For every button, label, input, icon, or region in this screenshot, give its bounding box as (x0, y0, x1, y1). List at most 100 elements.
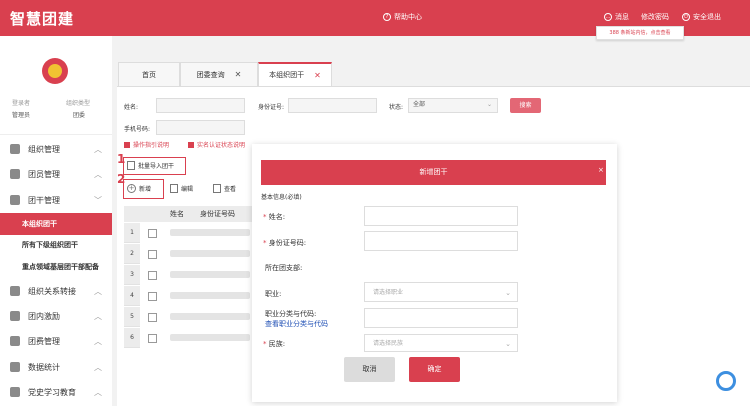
sidebar-subitem-key-area-cadres[interactable]: 重点领域基层团干部配备 (0, 256, 112, 278)
chevron-up-icon: ︿ (94, 312, 102, 321)
sidebar-item-cadre-management[interactable]: 团干管理 ﹀ (0, 189, 112, 211)
job-class-field[interactable] (364, 308, 518, 328)
realname-explain-label: 实名认证状态说明 (197, 142, 246, 149)
id-filter-input[interactable] (288, 98, 377, 113)
operation-guide-link[interactable]: 操作指引说明 (124, 140, 169, 149)
help-center-label: 帮助中心 (394, 13, 422, 21)
job-class-field-label: 职业分类与代码: (265, 310, 317, 318)
incentive-icon (10, 311, 20, 321)
row-checkbox[interactable] (148, 229, 157, 238)
view-button[interactable]: 查看 (213, 184, 236, 193)
add-button[interactable]: + 新增 (127, 184, 151, 193)
message-link[interactable]: … 消息 (604, 12, 629, 22)
sidebar-item-statistics[interactable]: 数据统计 ︿ (0, 356, 112, 378)
id-field-label-text: 身份证号码: (268, 239, 307, 247)
sidebar-item-history-education[interactable]: 党史学习教育 ︿ (0, 381, 112, 403)
job-select[interactable]: 请选择职业 ⌄ (364, 282, 518, 302)
phone-filter-input[interactable] (156, 120, 245, 135)
row-checkbox[interactable] (148, 250, 157, 259)
name-field[interactable] (364, 206, 518, 226)
power-icon: ⏻ (682, 13, 690, 21)
id-field-label: * 身份证号码: (263, 238, 306, 248)
redacted-cell (170, 271, 250, 278)
sidebar-item-incentive[interactable]: 团内激励 ︿ (0, 305, 112, 327)
sidebar-item-label: 组织关系转接 (28, 286, 76, 296)
id-filter-label: 身份证号: (258, 104, 285, 111)
chevron-up-icon: ︿ (94, 145, 102, 154)
row-number: 3 (124, 265, 140, 285)
tab-league-query[interactable]: 团委查询 ✕ (180, 62, 258, 86)
sidebar-subitem-all-subordinate-cadres[interactable]: 所有下级组织团干 (0, 234, 112, 256)
name-filter-label: 姓名: (124, 104, 139, 111)
status-filter-label: 状态: (389, 104, 404, 111)
confirm-button[interactable]: 确定 (409, 357, 460, 382)
row-number: 2 (124, 244, 140, 264)
name-filter-input[interactable] (156, 98, 245, 113)
tab-own-cadres[interactable]: 本组织团干 ✕ (258, 62, 332, 86)
required-mark: * (263, 239, 267, 247)
batch-import-label: 批量导入团干 (138, 163, 175, 170)
batch-import-button[interactable]: 批量导入团干 (127, 161, 174, 170)
checkbox-icon (188, 141, 194, 148)
status-filter-select[interactable]: 全部 ⌄ (408, 98, 498, 113)
app-logo: 智慧团建 (10, 10, 75, 28)
row-checkbox[interactable] (148, 271, 157, 280)
chevron-up-icon: ︿ (94, 170, 102, 179)
sidebar-divider (0, 134, 112, 135)
tab-label: 团委查询 (196, 70, 225, 79)
help-center-link[interactable]: ? 帮助中心 (383, 12, 422, 22)
sidebar-item-fee-management[interactable]: 团费管理 ︿ (0, 330, 112, 352)
redacted-cell (170, 334, 250, 341)
redacted-cell (170, 229, 250, 236)
row-number: 4 (124, 286, 140, 306)
sidebar-item-label: 团费管理 (28, 336, 60, 346)
transfer-icon (10, 286, 20, 296)
row-checkbox[interactable] (148, 313, 157, 322)
sidebar-item-member-management[interactable]: 团员管理 ︿ (0, 163, 112, 185)
sidebar-subitem-own-cadres[interactable]: 本组织团干 (0, 213, 112, 235)
edit-button[interactable]: 编辑 (170, 184, 193, 193)
realname-explain-link[interactable]: 实名认证状态说明 (188, 140, 245, 149)
row-checkbox[interactable] (148, 334, 157, 343)
ethnic-field-label-text: 民族: (268, 340, 286, 348)
floating-assistant-icon[interactable] (716, 371, 736, 391)
ethnic-select[interactable]: 请选择民族 ⌄ (364, 334, 518, 352)
plus-icon: + (127, 184, 136, 193)
member-icon (10, 169, 20, 179)
logout-link[interactable]: ⏻ 安全退出 (682, 12, 721, 22)
message-icon: … (604, 13, 612, 21)
sidebar-item-label: 党史学习教育 (28, 387, 76, 397)
sidebar-item-label: 数据统计 (28, 362, 60, 372)
row-number: 6 (124, 328, 140, 348)
league-emblem-icon (42, 58, 68, 84)
close-icon[interactable]: ✕ (314, 71, 321, 80)
chevron-down-icon: ﹀ (94, 196, 102, 205)
redacted-cell (170, 250, 250, 257)
id-number-field[interactable] (364, 231, 518, 251)
redacted-cell (170, 313, 250, 320)
operation-guide-label: 操作指引说明 (133, 142, 170, 149)
add-label: 新增 (139, 186, 152, 193)
job-class-link[interactable]: 查看职业分类与代码 (265, 319, 328, 329)
tab-home[interactable]: 首页 (118, 62, 180, 86)
name-field-label: * 姓名: (263, 212, 285, 222)
change-password-label: 修改密码 (641, 13, 669, 21)
new-message-tooltip[interactable]: 388 条新站内信，点击查看 (596, 26, 684, 40)
search-button[interactable]: 搜索 (510, 98, 541, 113)
row-number: 1 (124, 223, 140, 243)
sidebar-item-org-management[interactable]: 组织管理 ︿ (0, 138, 112, 160)
message-label: 消息 (615, 13, 629, 21)
column-header-name: 姓名 (170, 206, 184, 222)
sidebar-item-relation-transfer[interactable]: 组织关系转接 ︿ (0, 280, 112, 302)
row-checkbox[interactable] (148, 292, 157, 301)
redacted-cell (170, 292, 250, 299)
tab-label: 首页 (142, 70, 156, 79)
pie-chart-icon (10, 362, 20, 372)
cancel-button[interactable]: 取消 (344, 357, 395, 382)
import-file-icon (127, 161, 135, 170)
change-password-link[interactable]: 修改密码 (641, 12, 669, 22)
sidebar-item-label: 团员管理 (28, 169, 60, 179)
close-icon[interactable]: ✕ (235, 70, 242, 79)
close-icon[interactable]: × (598, 166, 604, 174)
sidebar-item-label: 团干管理 (28, 195, 60, 205)
